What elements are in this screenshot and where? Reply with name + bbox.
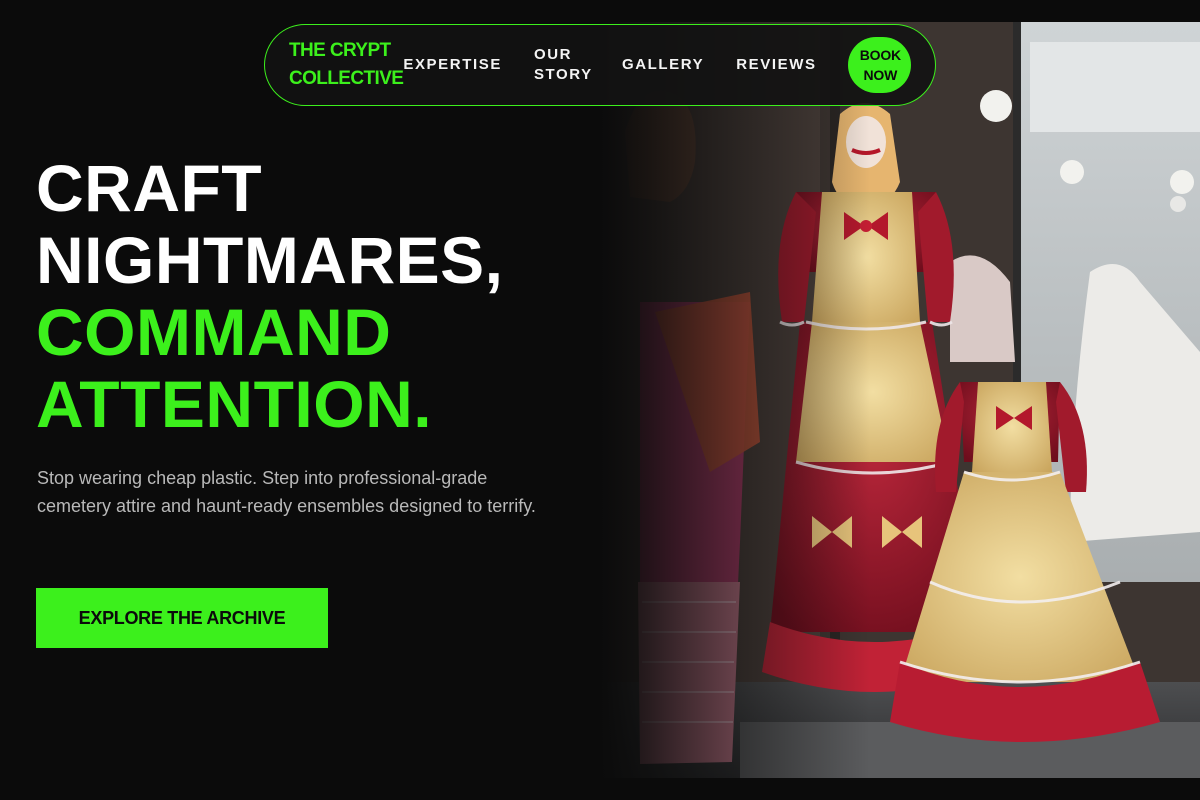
hero-headline: CRAFT NIGHTMARES, COMMAND ATTENTION. <box>36 152 504 440</box>
nav-link-expertise[interactable]: EXPERTISE <box>403 55 502 75</box>
nav-link-our-story[interactable]: OUR STORY <box>534 45 591 85</box>
explore-archive-button[interactable]: EXPLORE THE ARCHIVE <box>36 588 328 648</box>
hero-image <box>600 22 1200 778</box>
book-now-label-line1: BOOK <box>859 47 901 63</box>
nav-link-gallery[interactable]: GALLERY <box>622 55 704 75</box>
brand-name-line1: THE CRYPT <box>289 40 391 61</box>
brand-name-line2: COLLECTIVE <box>289 68 404 89</box>
headline-line-3: COMMAND <box>36 295 392 369</box>
headline-line-4: ATTENTION. <box>36 367 433 441</box>
headline-line-1: CRAFT <box>36 151 263 225</box>
nav-links: EXPERTISE OUR STORY GALLERY REVIEWS <box>403 45 816 85</box>
nav-link-reviews[interactable]: REVIEWS <box>736 55 816 75</box>
book-now-label-line2: NOW <box>863 67 898 83</box>
brand-logo[interactable]: THE CRYPT COLLECTIVE <box>289 37 404 93</box>
headline-line-2: NIGHTMARES, <box>36 223 504 297</box>
landing-page: THE CRYPT COLLECTIVE EXPERTISE OUR STORY… <box>0 0 1200 800</box>
hero-lede: Stop wearing cheap plastic. Step into pr… <box>37 468 536 516</box>
main-navbar: THE CRYPT COLLECTIVE EXPERTISE OUR STORY… <box>264 24 936 106</box>
book-now-button[interactable]: BOOK NOW <box>847 37 911 93</box>
